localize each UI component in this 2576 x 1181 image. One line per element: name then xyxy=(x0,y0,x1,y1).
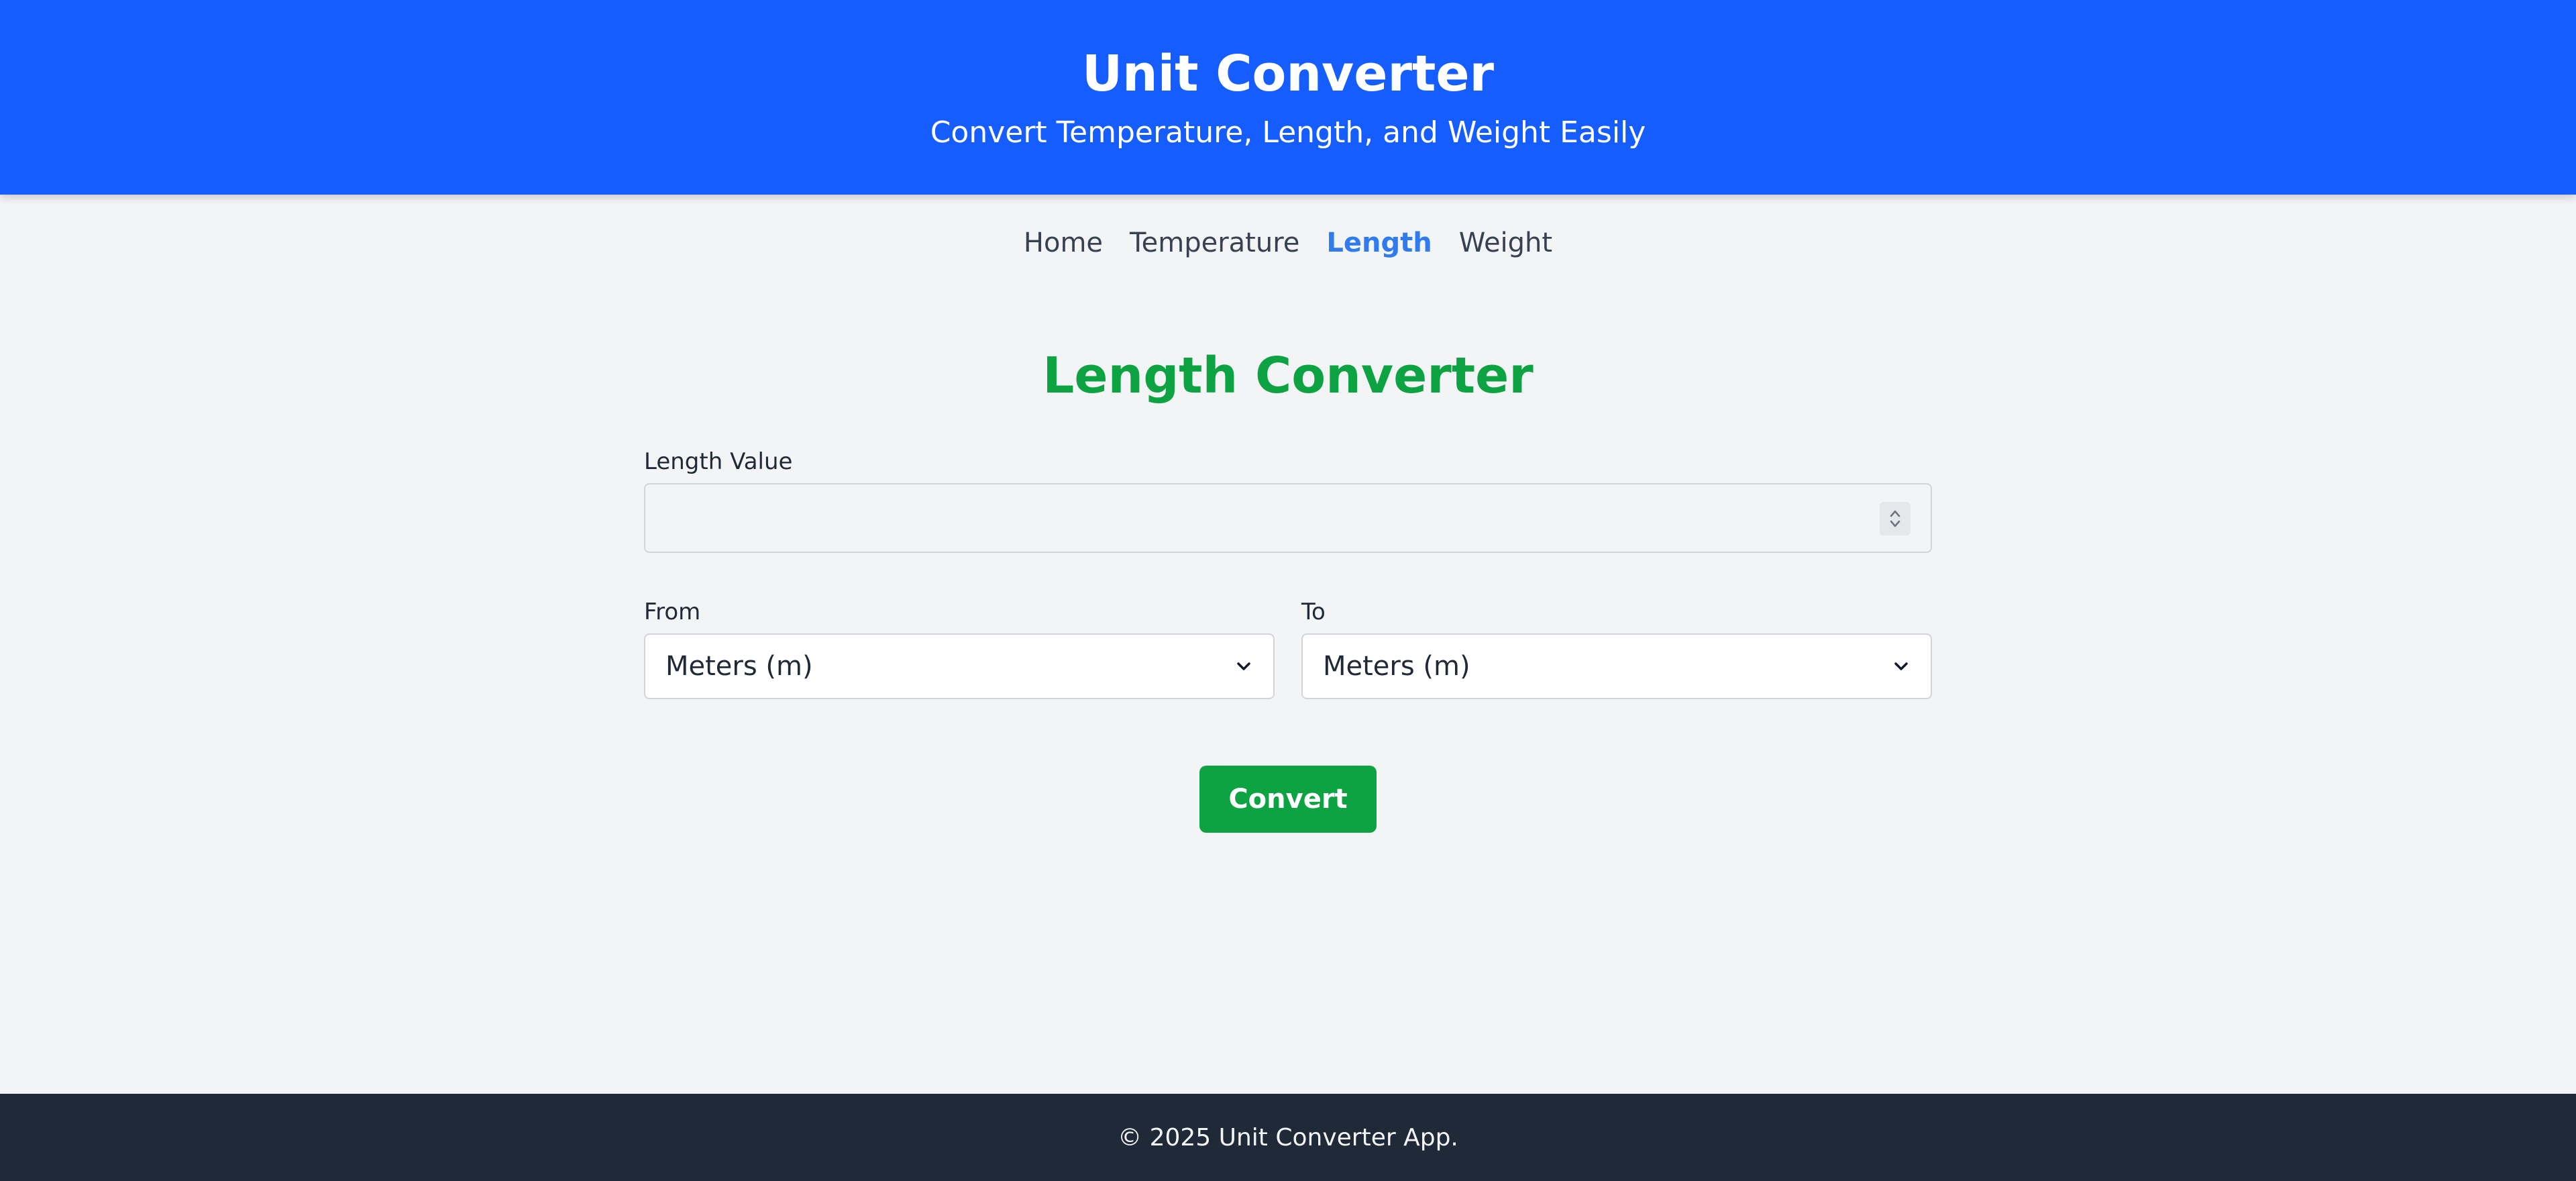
chevron-down-icon xyxy=(1237,662,1250,670)
from-unit-select[interactable]: Meters (m) xyxy=(644,633,1275,699)
page: Unit Converter Convert Temperature, Leng… xyxy=(0,0,2576,1181)
chevron-up-icon[interactable] xyxy=(1889,509,1901,517)
site-title: Unit Converter xyxy=(1081,45,1495,103)
site-footer: © 2025 Unit Converter App. xyxy=(0,1094,2576,1181)
converter-title: Length Converter xyxy=(1042,347,1534,405)
chevron-down-icon xyxy=(1894,662,1908,670)
from-unit-selected: Meters (m) xyxy=(665,651,813,682)
site-header: Unit Converter Convert Temperature, Leng… xyxy=(0,0,2576,195)
nav-link-temperature[interactable]: Temperature xyxy=(1130,219,1299,267)
chevron-down-icon[interactable] xyxy=(1889,520,1901,528)
number-stepper[interactable] xyxy=(1880,502,1911,535)
length-value-label: Length Value xyxy=(644,448,793,475)
nav-link-home[interactable]: Home xyxy=(1024,219,1103,267)
convert-button[interactable]: Convert xyxy=(1199,766,1377,833)
length-value-input[interactable] xyxy=(644,483,1932,553)
to-unit-select[interactable]: Meters (m) xyxy=(1301,633,1932,699)
main-nav: Home Temperature Length Weight xyxy=(0,219,2576,267)
to-unit-selected: Meters (m) xyxy=(1323,651,1470,682)
footer-copyright: © 2025 Unit Converter App. xyxy=(1118,1123,1458,1151)
site-subtitle: Convert Temperature, Length, and Weight … xyxy=(930,115,1646,150)
to-label: To xyxy=(1301,599,1326,625)
nav-link-length[interactable]: Length xyxy=(1326,219,1432,267)
from-label: From xyxy=(644,599,701,625)
nav-link-weight[interactable]: Weight xyxy=(1459,219,1552,267)
